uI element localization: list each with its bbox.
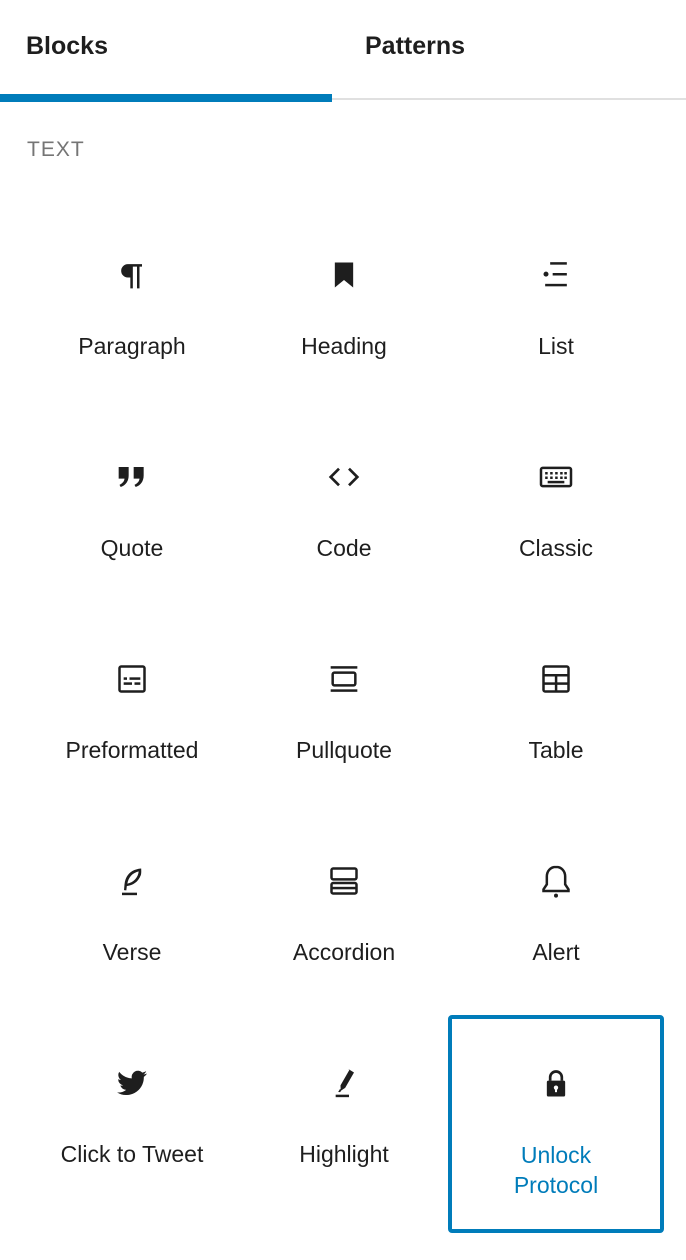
block-label: Preformatted (65, 737, 199, 763)
tab-patterns-label: Patterns (365, 31, 466, 60)
block-list[interactable]: List (450, 195, 662, 397)
block-label: Table (528, 737, 584, 763)
block-label: Pullquote (296, 737, 392, 763)
block-label: Click to Tweet (60, 1141, 204, 1167)
block-quote[interactable]: Quote (26, 397, 238, 599)
code-icon (324, 457, 364, 497)
accordion-icon (324, 861, 364, 901)
block-label: Verse (102, 939, 162, 965)
bell-icon (536, 861, 576, 901)
highlighter-icon (324, 1063, 364, 1103)
tab-patterns[interactable]: Patterns (332, 0, 686, 100)
block-label: Paragraph (78, 333, 186, 359)
block-classic[interactable]: Classic (450, 397, 662, 599)
block-verse[interactable]: Verse (26, 801, 238, 1003)
block-click-to-tweet[interactable]: Click to Tweet (26, 1003, 238, 1205)
block-label: Quote (100, 535, 164, 561)
block-paragraph[interactable]: Paragraph (26, 195, 238, 397)
tab-blocks[interactable]: Blocks (0, 0, 332, 102)
table-icon (536, 659, 576, 699)
block-label: Alert (532, 939, 580, 965)
block-label: Code (316, 535, 372, 561)
section-title: TEXT (27, 138, 85, 161)
preformatted-icon (112, 659, 152, 699)
list-icon (536, 255, 576, 295)
block-label: Classic (518, 535, 594, 561)
block-label: List (538, 333, 574, 359)
block-unlock-protocol[interactable]: Unlock Protocol (448, 1015, 664, 1233)
bookmark-icon (324, 255, 364, 295)
block-code[interactable]: Code (238, 397, 450, 599)
paragraph-icon (112, 255, 152, 295)
block-label: Accordion (292, 939, 396, 965)
block-preformatted[interactable]: Preformatted (26, 599, 238, 801)
block-table[interactable]: Table (450, 599, 662, 801)
twitter-bird-icon (112, 1063, 152, 1103)
keyboard-icon (536, 457, 576, 497)
block-label: Unlock Protocol (513, 1142, 599, 1198)
block-label: Highlight (299, 1141, 389, 1167)
inserter-tabs: Blocks Patterns (0, 0, 686, 102)
feather-icon (112, 861, 152, 901)
block-highlight[interactable]: Highlight (238, 1003, 450, 1205)
tab-blocks-label: Blocks (26, 31, 108, 60)
block-pullquote[interactable]: Pullquote (238, 599, 450, 801)
quote-icon (112, 457, 152, 497)
block-heading[interactable]: Heading (238, 195, 450, 397)
block-label: Heading (301, 333, 387, 359)
block-accordion[interactable]: Accordion (238, 801, 450, 1003)
block-alert[interactable]: Alert (450, 801, 662, 1003)
lock-icon (536, 1064, 576, 1104)
pullquote-icon (324, 659, 364, 699)
